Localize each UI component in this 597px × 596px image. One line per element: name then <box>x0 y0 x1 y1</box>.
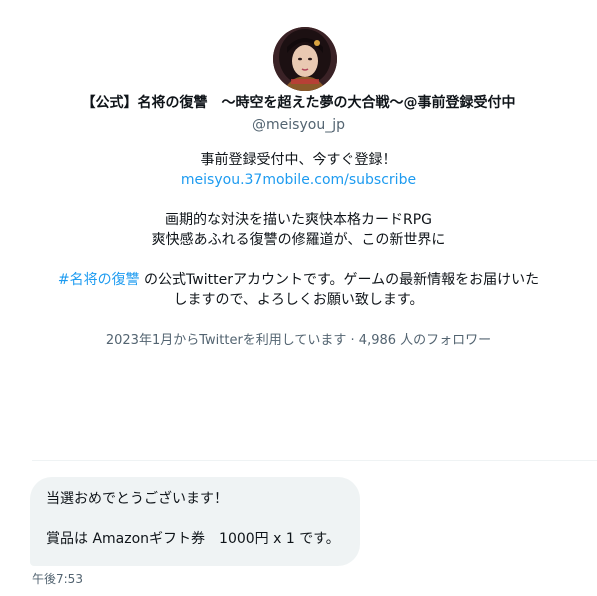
bio-line: #名将の復讐 の公式Twitterアカウントです。ゲームの最新情報をお届けいた <box>30 270 567 290</box>
divider <box>32 460 597 461</box>
dm-conversation-view: 【公式】名将の復讐 ～時空を超えた夢の大合戦～@事前登録受付中 @meisyou… <box>0 0 597 596</box>
profile-name[interactable]: 【公式】名将の復讐 ～時空を超えた夢の大合戦～@事前登録受付中 <box>0 93 597 113</box>
message-bubble[interactable]: 当選おめでとうございます！ 賞品は Amazonギフト券 1000円 x 1 で… <box>30 477 360 566</box>
bio-line: 画期的な対決を描いた爽快本格カードRPG <box>164 212 433 228</box>
avatar[interactable] <box>273 27 337 91</box>
message-line: 当選おめでとうございます！ <box>46 491 228 507</box>
bio-link[interactable]: meisyou.37mobile.com/subscribe <box>181 172 416 188</box>
profile-handle: @meisyou_jp <box>252 117 345 133</box>
message-line: 賞品は Amazonギフト券 1000円 x 1 です。 <box>46 531 340 547</box>
message-timestamp: 午後7:53 <box>32 572 83 586</box>
avatar-image <box>273 27 337 91</box>
bio-line: 爽快感あふれる復讐の修羅道が、この新世界に <box>151 232 446 248</box>
bio-line: しますので、よろしくお願い致します。 <box>173 292 424 308</box>
hashtag-link[interactable]: #名将の復讐 <box>58 272 140 288</box>
profile-meta: 2023年1月からTwitterを利用しています · 4,986 人のフォロワー <box>105 333 492 348</box>
bio-line: 事前登録受付中、今すぐ登録！ <box>200 152 397 168</box>
bio-text: の公式Twitterアカウントです。ゲームの最新情報をお届けいた <box>139 272 540 288</box>
profile-bio: 事前登録受付中、今すぐ登録！ meisyou.37mobile.com/subs… <box>30 150 567 310</box>
